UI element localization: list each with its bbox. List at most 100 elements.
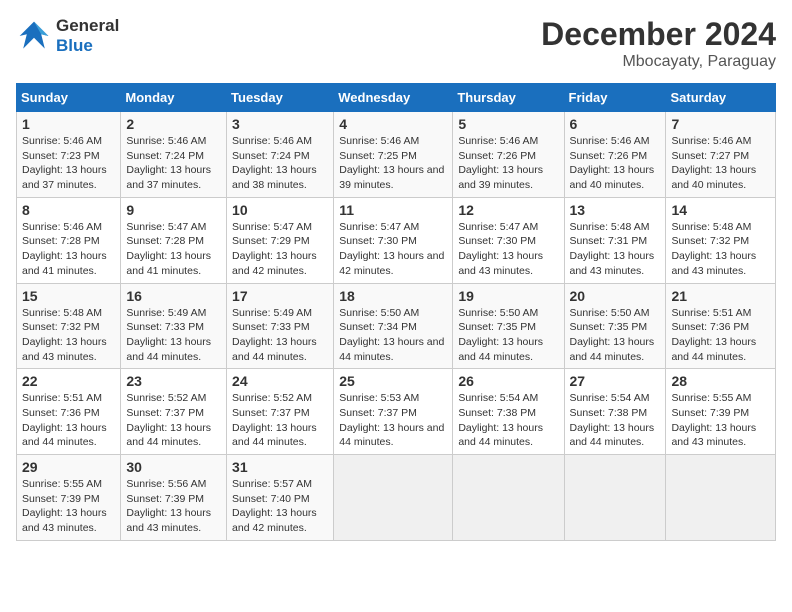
calendar-week-1: 1 Sunrise: 5:46 AMSunset: 7:23 PMDaylight… [17,112,776,198]
logo-text: General Blue [56,16,119,56]
day-number: 27 [570,373,661,389]
column-header-monday: Monday [121,84,227,112]
calendar-cell [666,455,776,541]
day-number: 22 [22,373,115,389]
day-number: 18 [339,288,447,304]
day-number: 20 [570,288,661,304]
day-info: Sunrise: 5:46 AMSunset: 7:27 PMDaylight:… [671,134,770,193]
day-number: 24 [232,373,328,389]
calendar-cell: 25 Sunrise: 5:53 AMSunset: 7:37 PMDayligh… [334,369,453,455]
day-info: Sunrise: 5:46 AMSunset: 7:25 PMDaylight:… [339,134,447,193]
day-info: Sunrise: 5:54 AMSunset: 7:38 PMDaylight:… [570,391,661,450]
day-info: Sunrise: 5:49 AMSunset: 7:33 PMDaylight:… [232,306,328,365]
day-number: 21 [671,288,770,304]
calendar-week-5: 29 Sunrise: 5:55 AMSunset: 7:39 PMDayligh… [17,455,776,541]
calendar-cell: 15 Sunrise: 5:48 AMSunset: 7:32 PMDayligh… [17,283,121,369]
day-number: 3 [232,116,328,132]
calendar-cell: 6 Sunrise: 5:46 AMSunset: 7:26 PMDaylight… [564,112,666,198]
column-header-saturday: Saturday [666,84,776,112]
day-number: 4 [339,116,447,132]
day-number: 30 [126,459,221,475]
day-number: 13 [570,202,661,218]
day-number: 28 [671,373,770,389]
day-info: Sunrise: 5:46 AMSunset: 7:23 PMDaylight:… [22,134,115,193]
day-number: 1 [22,116,115,132]
column-header-sunday: Sunday [17,84,121,112]
day-info: Sunrise: 5:47 AMSunset: 7:28 PMDaylight:… [126,220,221,279]
page-header: General Blue December 2024 Mbocayaty, Pa… [16,16,776,71]
day-info: Sunrise: 5:57 AMSunset: 7:40 PMDaylight:… [232,477,328,536]
day-info: Sunrise: 5:50 AMSunset: 7:35 PMDaylight:… [458,306,558,365]
calendar-cell: 12 Sunrise: 5:47 AMSunset: 7:30 PMDayligh… [453,197,564,283]
calendar-cell [564,455,666,541]
calendar-cell: 3 Sunrise: 5:46 AMSunset: 7:24 PMDaylight… [227,112,334,198]
calendar-cell: 14Sunrise: 5:48 AMSunset: 7:32 PMDayligh… [666,197,776,283]
calendar-cell: 29 Sunrise: 5:55 AMSunset: 7:39 PMDayligh… [17,455,121,541]
calendar-cell: 30 Sunrise: 5:56 AMSunset: 7:39 PMDayligh… [121,455,227,541]
calendar-cell: 27 Sunrise: 5:54 AMSunset: 7:38 PMDayligh… [564,369,666,455]
day-info: Sunrise: 5:47 AMSunset: 7:29 PMDaylight:… [232,220,328,279]
day-info: Sunrise: 5:56 AMSunset: 7:39 PMDaylight:… [126,477,221,536]
day-info: Sunrise: 5:51 AMSunset: 7:36 PMDaylight:… [671,306,770,365]
day-number: 9 [126,202,221,218]
day-info: Sunrise: 5:52 AMSunset: 7:37 PMDaylight:… [232,391,328,450]
calendar-cell: 4 Sunrise: 5:46 AMSunset: 7:25 PMDaylight… [334,112,453,198]
day-number: 26 [458,373,558,389]
day-info: Sunrise: 5:54 AMSunset: 7:38 PMDaylight:… [458,391,558,450]
logo: General Blue [16,16,119,56]
day-number: 7 [671,116,770,132]
day-info: Sunrise: 5:50 AMSunset: 7:35 PMDaylight:… [570,306,661,365]
day-number: 25 [339,373,447,389]
day-info: Sunrise: 5:49 AMSunset: 7:33 PMDaylight:… [126,306,221,365]
day-info: Sunrise: 5:46 AMSunset: 7:26 PMDaylight:… [570,134,661,193]
calendar-cell: 2Sunrise: 5:46 AMSunset: 7:24 PMDaylight… [121,112,227,198]
day-info: Sunrise: 5:55 AMSunset: 7:39 PMDaylight:… [671,391,770,450]
day-number: 19 [458,288,558,304]
day-info: Sunrise: 5:53 AMSunset: 7:37 PMDaylight:… [339,391,447,450]
day-number: 2 [126,116,221,132]
day-number: 5 [458,116,558,132]
calendar-week-3: 15 Sunrise: 5:48 AMSunset: 7:32 PMDayligh… [17,283,776,369]
calendar-cell: 22Sunrise: 5:51 AMSunset: 7:36 PMDayligh… [17,369,121,455]
calendar-cell: 11Sunrise: 5:47 AMSunset: 7:30 PMDayligh… [334,197,453,283]
calendar-cell: 24 Sunrise: 5:52 AMSunset: 7:37 PMDayligh… [227,369,334,455]
calendar-cell [334,455,453,541]
calendar-week-4: 22Sunrise: 5:51 AMSunset: 7:36 PMDayligh… [17,369,776,455]
calendar-cell: 10Sunrise: 5:47 AMSunset: 7:29 PMDayligh… [227,197,334,283]
calendar-cell: 19 Sunrise: 5:50 AMSunset: 7:35 PMDayligh… [453,283,564,369]
day-number: 29 [22,459,115,475]
calendar-cell: 1 Sunrise: 5:46 AMSunset: 7:23 PMDaylight… [17,112,121,198]
day-info: Sunrise: 5:46 AMSunset: 7:28 PMDaylight:… [22,220,115,279]
day-info: Sunrise: 5:47 AMSunset: 7:30 PMDaylight:… [339,220,447,279]
calendar-cell: 18Sunrise: 5:50 AMSunset: 7:34 PMDayligh… [334,283,453,369]
calendar-cell: 17Sunrise: 5:49 AMSunset: 7:33 PMDayligh… [227,283,334,369]
calendar-cell: 28 Sunrise: 5:55 AMSunset: 7:39 PMDayligh… [666,369,776,455]
column-header-wednesday: Wednesday [334,84,453,112]
column-header-friday: Friday [564,84,666,112]
calendar-cell: 13Sunrise: 5:48 AMSunset: 7:31 PMDayligh… [564,197,666,283]
calendar-cell: 9 Sunrise: 5:47 AMSunset: 7:28 PMDaylight… [121,197,227,283]
day-number: 12 [458,202,558,218]
calendar-cell: 23Sunrise: 5:52 AMSunset: 7:37 PMDayligh… [121,369,227,455]
calendar-cell: 26 Sunrise: 5:54 AMSunset: 7:38 PMDayligh… [453,369,564,455]
calendar-cell [453,455,564,541]
day-info: Sunrise: 5:46 AMSunset: 7:24 PMDaylight:… [232,134,328,193]
day-number: 31 [232,459,328,475]
calendar-cell: 5 Sunrise: 5:46 AMSunset: 7:26 PMDaylight… [453,112,564,198]
day-info: Sunrise: 5:46 AMSunset: 7:26 PMDaylight:… [458,134,558,193]
day-number: 8 [22,202,115,218]
day-info: Sunrise: 5:47 AMSunset: 7:30 PMDaylight:… [458,220,558,279]
calendar-cell: 8 Sunrise: 5:46 AMSunset: 7:28 PMDaylight… [17,197,121,283]
calendar-cell: 31 Sunrise: 5:57 AMSunset: 7:40 PMDayligh… [227,455,334,541]
calendar-table: SundayMondayTuesdayWednesdayThursdayFrid… [16,83,776,541]
day-info: Sunrise: 5:55 AMSunset: 7:39 PMDaylight:… [22,477,115,536]
day-number: 23 [126,373,221,389]
calendar-week-2: 8 Sunrise: 5:46 AMSunset: 7:28 PMDaylight… [17,197,776,283]
calendar-cell: 20 Sunrise: 5:50 AMSunset: 7:35 PMDayligh… [564,283,666,369]
day-number: 6 [570,116,661,132]
calendar-cell: 21 Sunrise: 5:51 AMSunset: 7:36 PMDayligh… [666,283,776,369]
day-number: 15 [22,288,115,304]
column-header-thursday: Thursday [453,84,564,112]
day-info: Sunrise: 5:48 AMSunset: 7:32 PMDaylight:… [22,306,115,365]
page-subtitle: Mbocayaty, Paraguay [541,53,776,71]
